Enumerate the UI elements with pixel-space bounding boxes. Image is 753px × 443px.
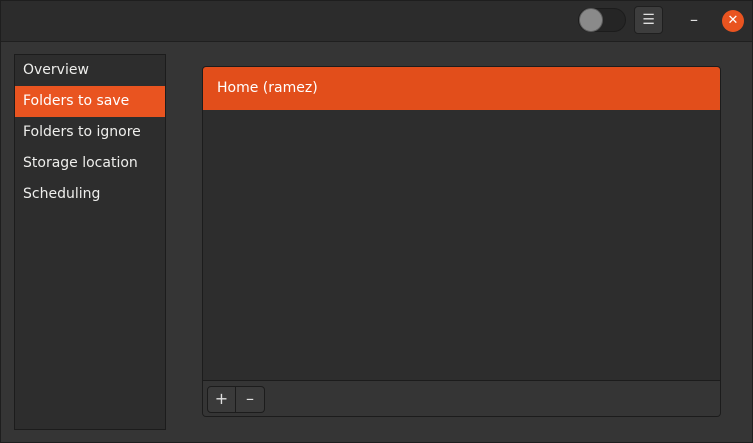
sidebar-item-label: Folders to save (23, 93, 130, 109)
minimize-button[interactable]: – (681, 8, 707, 34)
header-bar: ☰ – ✕ (1, 1, 752, 42)
sidebar-item-folders-to-ignore[interactable]: Folders to ignore (15, 117, 165, 148)
list-item[interactable]: Home (ramez) (203, 67, 720, 110)
minimize-icon: – (690, 10, 698, 29)
sidebar-item-overview[interactable]: Overview (15, 55, 165, 86)
minus-icon: – (246, 389, 254, 408)
folders-panel: Home (ramez) + – (202, 66, 721, 417)
folder-label: Home (ramez) (217, 80, 318, 96)
toggle-switch[interactable] (578, 8, 626, 32)
add-folder-button[interactable]: + (207, 386, 236, 413)
sidebar-item-label: Scheduling (23, 186, 101, 202)
menu-button[interactable]: ☰ (634, 6, 663, 34)
hamburger-menu-icon: ☰ (642, 12, 655, 28)
sidebar-item-label: Storage location (23, 155, 138, 171)
close-icon: ✕ (727, 13, 739, 28)
folder-list-toolbar: + – (203, 380, 720, 416)
remove-folder-button[interactable]: – (236, 386, 265, 413)
plus-icon: + (214, 389, 229, 408)
sidebar-item-scheduling[interactable]: Scheduling (15, 179, 165, 210)
folder-list[interactable]: Home (ramez) (203, 67, 720, 380)
app-window: ☰ – ✕ Overview Folders to save Folders t… (0, 0, 753, 443)
sidebar-item-storage-location[interactable]: Storage location (15, 148, 165, 179)
sidebar: Overview Folders to save Folders to igno… (14, 54, 166, 430)
toggle-knob (579, 8, 603, 32)
sidebar-item-label: Folders to ignore (23, 124, 141, 140)
sidebar-item-label: Overview (23, 62, 89, 78)
close-button[interactable]: ✕ (722, 10, 744, 32)
sidebar-item-folders-to-save[interactable]: Folders to save (15, 86, 165, 117)
